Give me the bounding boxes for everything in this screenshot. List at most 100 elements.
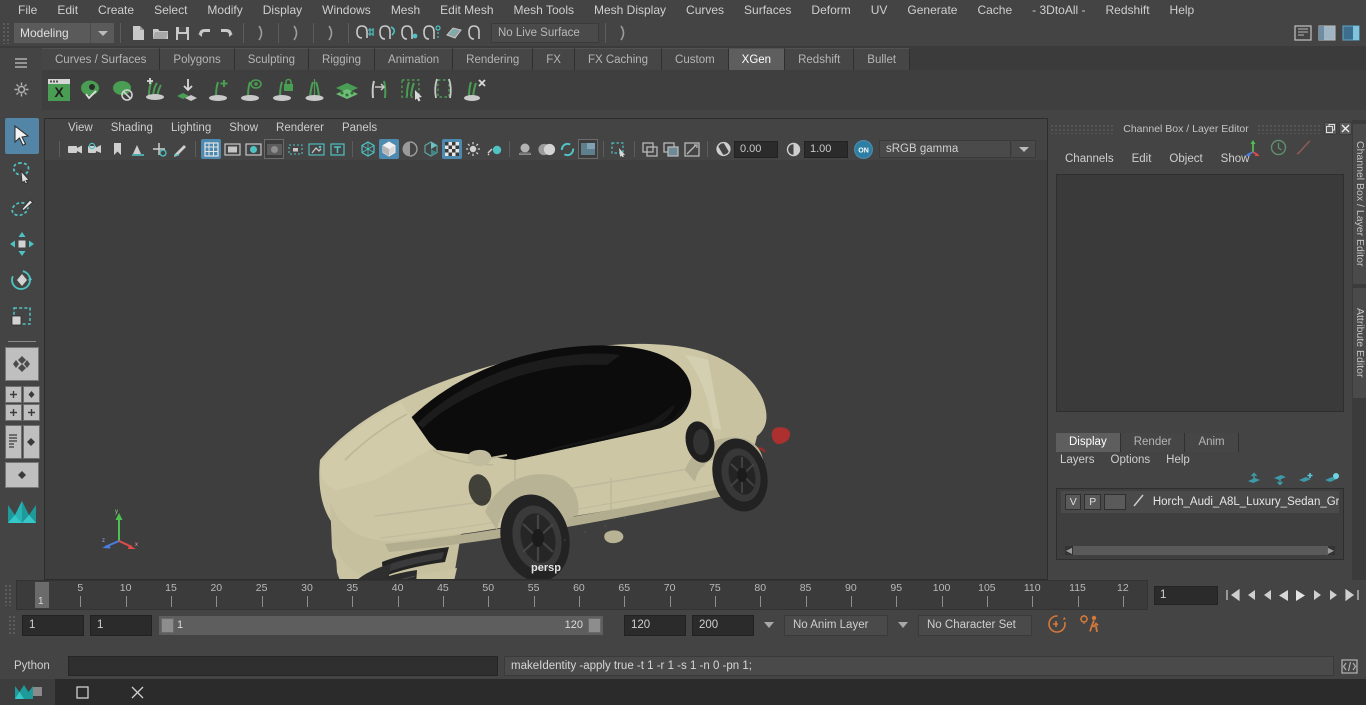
menu-set-selector[interactable]: Modeling <box>14 23 114 43</box>
select-by-render-icon[interactable] <box>612 22 634 44</box>
ambient-occlusion-icon[interactable] <box>536 139 556 159</box>
use-all-lights-icon[interactable] <box>484 139 504 159</box>
menu-cache[interactable]: Cache <box>967 0 1022 20</box>
exposure-icon[interactable] <box>713 139 733 159</box>
channel-box-menu-channels[interactable]: Channels <box>1056 153 1123 165</box>
docked-tab-attribute-editor[interactable]: Attribute Editor <box>1353 288 1366 398</box>
layout-persp-cell[interactable] <box>22 425 40 459</box>
outliner-persp-layout-icon[interactable] <box>4 424 40 460</box>
viewport-menu-shading[interactable]: Shading <box>102 119 162 138</box>
layer-list-horizontal-scrollbar[interactable]: ◀ ▶ <box>1065 546 1335 555</box>
layer-tab-display[interactable]: Display <box>1056 433 1121 452</box>
select-by-hierarchy-icon[interactable] <box>250 22 272 44</box>
shelf-tab-animation[interactable]: Animation <box>375 48 454 70</box>
character-set-field[interactable]: No Character Set <box>918 614 1032 636</box>
shelf-tab-polygons[interactable]: Polygons <box>160 48 235 70</box>
snap-to-curve-icon[interactable] <box>377 22 399 44</box>
menu-display[interactable]: Display <box>253 0 312 20</box>
menu-modify[interactable]: Modify <box>197 0 252 20</box>
xgen-editor-icon[interactable]: X <box>44 74 74 106</box>
perspective-viewport[interactable]: z y x persp <box>45 160 1047 579</box>
channel-box-menu-object[interactable]: Object <box>1160 153 1211 165</box>
panel-gripper[interactable] <box>1256 123 1322 134</box>
go-to-start-icon[interactable] <box>1224 586 1241 605</box>
move-tool-icon[interactable] <box>5 226 39 262</box>
layer-menu-help[interactable]: Help <box>1166 454 1190 466</box>
channel-box-clock-icon[interactable] <box>1270 139 1287 159</box>
resolution-gate-icon[interactable] <box>243 139 263 159</box>
color-management-field[interactable]: sRGB gamma <box>879 140 1011 158</box>
step-forward-keyframe-icon[interactable] <box>1326 586 1343 605</box>
film-gate-icon[interactable] <box>222 139 242 159</box>
xgen-sculpt-layers-icon[interactable] <box>332 74 362 106</box>
snap-to-projected-center-icon[interactable] <box>421 22 443 44</box>
channel-box-list[interactable] <box>1056 174 1344 412</box>
wireframe-on-shaded-icon[interactable] <box>442 139 462 159</box>
xray-active-components-icon[interactable] <box>682 139 702 159</box>
xgen-bake-icon[interactable] <box>172 74 202 106</box>
scroll-right-arrow[interactable]: ▶ <box>1327 546 1335 555</box>
gate-mask-icon[interactable] <box>264 139 284 159</box>
open-scene-icon[interactable] <box>149 22 171 44</box>
show-hide-toolbox-icon[interactable] <box>1316 22 1338 44</box>
color-management-dropdown-arrow[interactable] <box>1012 140 1036 158</box>
step-back-keyframe-icon[interactable] <box>1241 586 1258 605</box>
new-scene-icon[interactable] <box>127 22 149 44</box>
menu-help[interactable]: Help <box>1160 0 1205 20</box>
film-origin-icon[interactable] <box>285 139 305 159</box>
viewport-menu-lighting[interactable]: Lighting <box>162 119 220 138</box>
go-to-end-icon[interactable] <box>1343 586 1360 605</box>
window-close-icon[interactable] <box>110 679 165 705</box>
xgen-select-region-icon[interactable] <box>396 74 426 106</box>
shelf-tab-redshift[interactable]: Redshift <box>785 48 855 70</box>
select-by-component-icon[interactable] <box>320 22 342 44</box>
show-hide-editors-icon[interactable] <box>1292 22 1314 44</box>
menu-curves[interactable]: Curves <box>676 0 734 20</box>
viewport-menu-view[interactable]: View <box>59 119 102 138</box>
character-set-dropdown-arrow[interactable] <box>898 622 908 628</box>
grid-toggle-icon[interactable] <box>201 139 221 159</box>
2d-pan-zoom-icon[interactable] <box>149 139 169 159</box>
redo-icon[interactable] <box>215 22 237 44</box>
shelf-menu-icon[interactable] <box>6 52 36 74</box>
grease-pencil-icon[interactable] <box>170 139 190 159</box>
hypershade-layout-icon[interactable] <box>5 460 39 490</box>
menu-redshift[interactable]: Redshift <box>1096 0 1160 20</box>
layout-quad-cell[interactable] <box>4 385 22 403</box>
xgen-groom-region-icon[interactable] <box>428 74 458 106</box>
status-line-gripper[interactable] <box>2 22 10 44</box>
bookmark-icon[interactable] <box>107 139 127 159</box>
menu-surfaces[interactable]: Surfaces <box>734 0 801 20</box>
undo-icon[interactable] <box>193 22 215 44</box>
anim-layer-dropdown-arrow[interactable] <box>764 622 774 628</box>
xgen-guide-visibility-icon[interactable] <box>236 74 266 106</box>
layer-menu-layers[interactable]: Layers <box>1060 454 1095 466</box>
make-live-icon[interactable] <box>465 22 487 44</box>
motion-blur-icon[interactable] <box>557 139 577 159</box>
scrollbar-thumb[interactable] <box>1073 546 1328 555</box>
flat-shade-icon[interactable] <box>421 139 441 159</box>
shelf-tab-curves-surfaces[interactable]: Curves / Surfaces <box>42 48 161 70</box>
shelf-options-gear-icon[interactable] <box>6 78 36 100</box>
playback-end-field[interactable]: 120 <box>624 614 686 636</box>
command-language-label[interactable]: Python <box>14 660 68 672</box>
xgen-add-guide-icon[interactable] <box>204 74 234 106</box>
auto-key-icon[interactable] <box>1046 614 1068 637</box>
exposure-field[interactable]: 0.00 <box>734 140 778 158</box>
xgen-mirror-guide-icon[interactable] <box>300 74 330 106</box>
layer-tab-anim[interactable]: Anim <box>1185 433 1239 452</box>
menu-set-dropdown-arrow[interactable] <box>90 23 114 43</box>
range-slider-left-handle[interactable] <box>161 617 174 633</box>
close-icon[interactable] <box>1339 122 1352 135</box>
layout-quad-cell[interactable] <box>22 385 40 403</box>
smooth-shade-all-icon[interactable] <box>379 139 399 159</box>
menu-select[interactable]: Select <box>144 0 197 20</box>
xray-joints-icon[interactable] <box>661 139 681 159</box>
step-back-frame-icon[interactable] <box>1258 586 1275 605</box>
viewport-menu-panels[interactable]: Panels <box>333 119 386 138</box>
xgen-add-description-icon[interactable] <box>140 74 170 106</box>
range-slider-gripper[interactable] <box>8 615 16 635</box>
safe-action-icon[interactable] <box>306 139 326 159</box>
menu-mesh[interactable]: Mesh <box>381 0 430 20</box>
layer-playback-toggle[interactable]: P <box>1084 494 1101 510</box>
